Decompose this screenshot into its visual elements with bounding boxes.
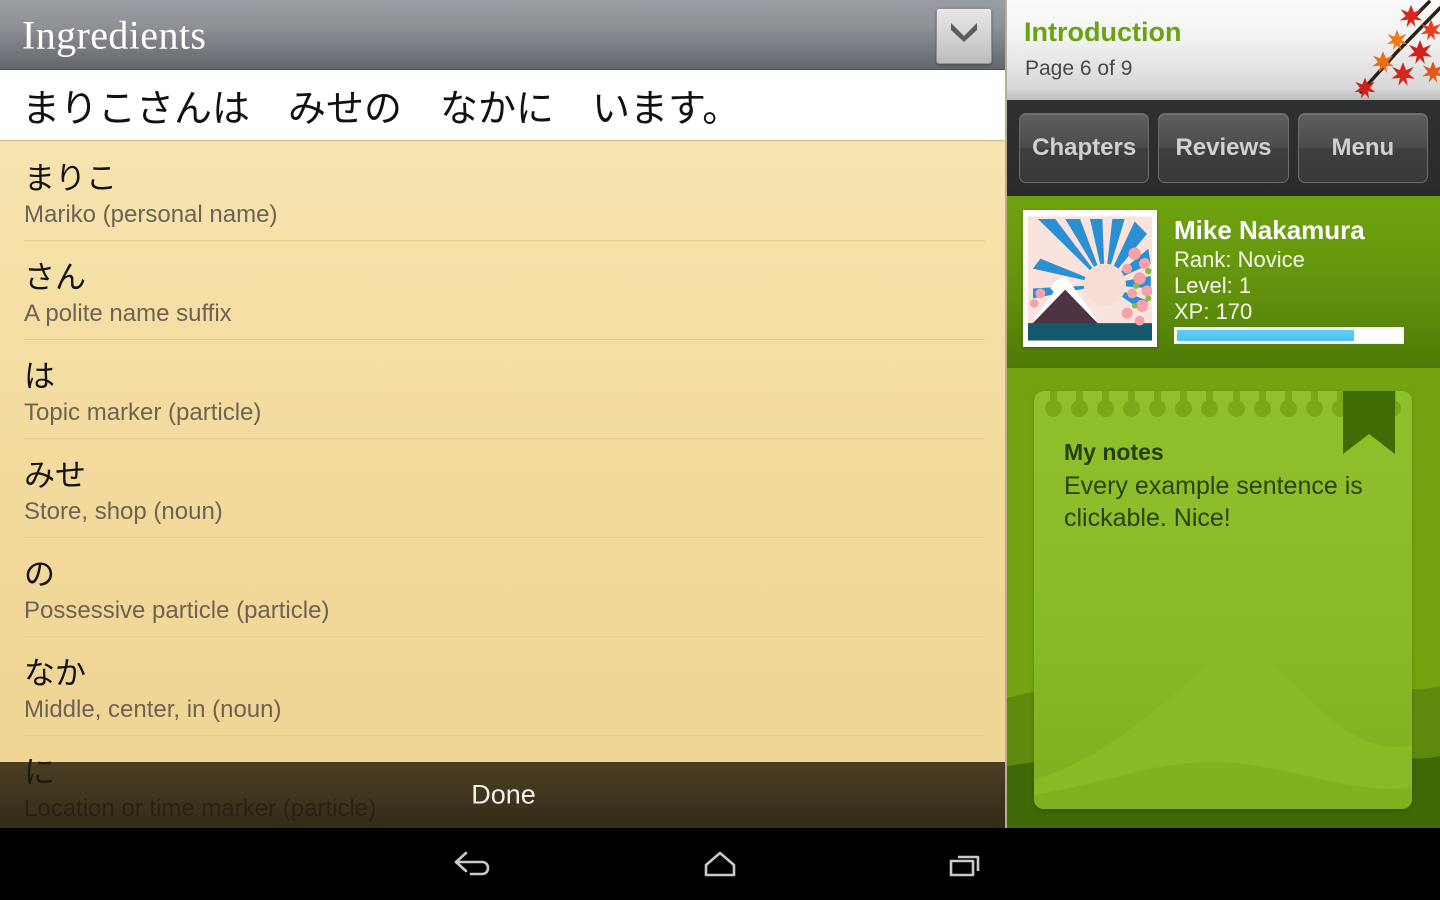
page-title: Ingredients bbox=[22, 12, 207, 57]
profile-info: Mike Nakamura Rank: Novice Level: 1 XP: … bbox=[1174, 214, 1430, 325]
back-icon bbox=[454, 851, 490, 876]
spiral-hole bbox=[1384, 391, 1402, 421]
profile-xp: XP: 170 bbox=[1174, 299, 1253, 324]
word-english: Mariko (personal name) bbox=[24, 201, 278, 228]
spiral-hole bbox=[1358, 391, 1376, 421]
word-english: Store, shop (noun) bbox=[24, 498, 223, 525]
home-icon bbox=[704, 851, 736, 877]
book-header: Introduction Page 6 of 9 bbox=[1007, 0, 1440, 100]
list-item[interactable]: さん A polite name suffix bbox=[0, 241, 1005, 340]
word-english: A polite name suffix bbox=[24, 300, 232, 327]
note-card[interactable]: My notes Every example sentence is click… bbox=[1034, 391, 1412, 809]
example-sentence-bar[interactable]: まりこさんは みせの なかに います。 bbox=[0, 70, 1005, 141]
word-japanese: さん bbox=[24, 260, 86, 296]
spiral-hole bbox=[1227, 391, 1245, 421]
spiral-hole bbox=[1096, 391, 1114, 421]
xp-progress-bar bbox=[1174, 327, 1404, 344]
note-body: Every example sentence is clickable. Nic… bbox=[1064, 472, 1363, 532]
mount-fuji-sunrise-avatar-icon bbox=[1028, 216, 1152, 341]
tab-chapters[interactable]: Chapters bbox=[1019, 113, 1150, 183]
word-japanese: は bbox=[24, 359, 55, 395]
sidebar-tab-bar: Chapters Reviews Menu bbox=[1007, 100, 1440, 196]
ingredients-dialog: Ingredients まりこさんは みせの なかに います。 まりこ Marik… bbox=[0, 0, 1007, 828]
word-japanese: まりこ bbox=[24, 161, 117, 197]
recents-icon bbox=[949, 855, 980, 877]
profile-name: Mike Nakamura bbox=[1174, 215, 1365, 245]
xp-progress-fill bbox=[1177, 330, 1354, 341]
word-english: Topic marker (particle) bbox=[24, 399, 262, 426]
page-indicator: Page 6 of 9 bbox=[1025, 57, 1133, 80]
note-title: My notes bbox=[1064, 439, 1164, 465]
list-item[interactable]: の Possessive particle (particle) bbox=[0, 538, 1005, 637]
spiral-hole bbox=[1149, 391, 1167, 421]
maple-branch-icon bbox=[1354, 0, 1440, 99]
nav-back-button[interactable] bbox=[405, 828, 545, 900]
chapter-title: Introduction bbox=[1024, 17, 1182, 47]
profile-rank: Rank: Novice bbox=[1174, 247, 1305, 272]
list-item[interactable]: なか Middle, center, in (noun) bbox=[0, 637, 1005, 736]
spiral-hole bbox=[1332, 391, 1350, 421]
book-sidebar: Introduction Page 6 of 9 Chapters Review… bbox=[1007, 0, 1440, 828]
list-item[interactable]: まりこ Mariko (personal name) bbox=[0, 142, 1005, 241]
spiral-hole bbox=[1175, 391, 1193, 421]
spiral-hole bbox=[1253, 391, 1271, 421]
spiral-hole bbox=[1070, 391, 1088, 421]
done-button[interactable]: Done bbox=[0, 762, 1005, 828]
dialog-header: Ingredients bbox=[0, 0, 1005, 70]
list-item[interactable]: みせ Store, shop (noun) bbox=[0, 439, 1005, 538]
profile-card: Mike Nakamura Rank: Novice Level: 1 XP: … bbox=[1007, 196, 1440, 368]
ingredient-word-list[interactable]: まりこ Mariko (personal name) さん A polite name… bbox=[0, 142, 1005, 828]
avatar bbox=[1023, 210, 1157, 347]
word-japanese: なか bbox=[24, 656, 86, 692]
profile-level: Level: 1 bbox=[1174, 273, 1252, 298]
android-navigation-bar bbox=[0, 828, 1440, 900]
nav-home-button[interactable] bbox=[650, 828, 790, 900]
spiral-hole bbox=[1305, 391, 1323, 421]
spiral-hole bbox=[1201, 391, 1219, 421]
word-japanese: みせ bbox=[24, 458, 86, 494]
example-sentence: まりこさんは みせの なかに います。 bbox=[22, 86, 741, 131]
tab-reviews[interactable]: Reviews bbox=[1158, 113, 1289, 183]
spiral-hole bbox=[1279, 391, 1297, 421]
spiral-binding bbox=[1034, 391, 1412, 425]
list-item[interactable]: は Topic marker (particle) bbox=[0, 340, 1005, 439]
spiral-hole bbox=[1044, 391, 1062, 421]
spiral-hole bbox=[1122, 391, 1140, 421]
tab-menu[interactable]: Menu bbox=[1297, 113, 1428, 183]
done-button-label: Done bbox=[471, 779, 536, 810]
word-english: Middle, center, in (noun) bbox=[24, 696, 282, 723]
collapse-button[interactable] bbox=[936, 8, 992, 64]
chevron-down-icon bbox=[951, 23, 977, 42]
word-english: Possessive particle (particle) bbox=[24, 597, 330, 624]
word-japanese: の bbox=[24, 557, 55, 593]
screen-root: Ingredients まりこさんは みせの なかに います。 まりこ Marik… bbox=[0, 0, 1440, 900]
mountain-watermark bbox=[1034, 653, 1412, 809]
nav-recents-button[interactable] bbox=[895, 828, 1035, 900]
notes-area: My notes Every example sentence is click… bbox=[1007, 368, 1440, 828]
